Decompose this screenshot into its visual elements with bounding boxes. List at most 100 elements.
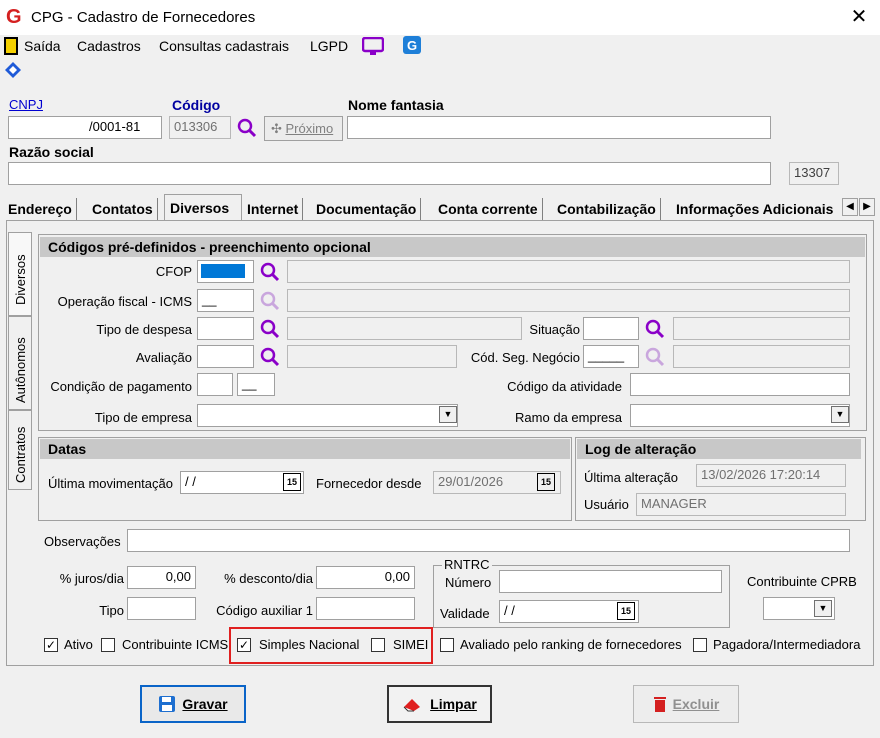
- search-codigo-icon[interactable]: [236, 117, 258, 139]
- tab-conta-corrente[interactable]: Conta corrente: [434, 198, 543, 222]
- simples-nacional-label: Simples Nacional: [259, 637, 360, 652]
- razao-code-field: 13307: [789, 162, 839, 185]
- search-operacao-icon[interactable]: [259, 290, 281, 312]
- monitor-icon[interactable]: [362, 37, 384, 57]
- tab-endereco[interactable]: Endereço: [4, 198, 77, 222]
- tab-diversos[interactable]: Diversos: [164, 194, 242, 222]
- tipo-empresa-dropdown-icon[interactable]: ▼: [439, 406, 457, 423]
- g-logo-icon[interactable]: G: [403, 36, 421, 54]
- cod-seg-negocio-field[interactable]: _____: [583, 345, 639, 368]
- plus-icon: ✣: [271, 121, 286, 136]
- tab-documentacao[interactable]: Documentação: [312, 198, 422, 222]
- ativo-label: Ativo: [64, 637, 93, 652]
- svg-text:G: G: [407, 38, 417, 53]
- observacoes-label: Observações: [44, 534, 121, 549]
- condicao-pagamento-field-2[interactable]: __: [237, 373, 275, 396]
- menu-cadastros[interactable]: Cadastros: [77, 38, 141, 54]
- situacao-description: [673, 317, 850, 340]
- cfop-field[interactable]: [197, 260, 254, 283]
- app-logo-icon: G: [6, 6, 22, 28]
- tipo-despesa-field[interactable]: [197, 317, 254, 340]
- pagadora-label: Pagadora/Intermediadora: [713, 637, 861, 652]
- cfop-selection: [201, 264, 245, 278]
- codigo-field: 013306: [169, 116, 231, 139]
- operacao-fiscal-label: Operação fiscal - ICMS: [57, 294, 192, 309]
- save-icon: [159, 696, 176, 712]
- side-tab-contratos[interactable]: Contratos: [8, 410, 32, 490]
- operacao-description: [287, 289, 850, 312]
- menu-saida[interactable]: Saída: [24, 38, 61, 54]
- tipo-empresa-label: Tipo de empresa: [94, 410, 192, 425]
- razao-social-field[interactable]: [8, 162, 771, 185]
- juros-field[interactable]: 0,00: [127, 566, 196, 589]
- search-situacao-icon[interactable]: [644, 318, 666, 340]
- pagadora-checkbox[interactable]: [693, 638, 707, 652]
- ramo-empresa-select[interactable]: [630, 404, 850, 427]
- codigo-atividade-field[interactable]: [630, 373, 850, 396]
- tipo-despesa-label: Tipo de despesa: [96, 322, 192, 337]
- situacao-field[interactable]: [583, 317, 639, 340]
- tipo-empresa-select[interactable]: [197, 404, 458, 427]
- desconto-field[interactable]: 0,00: [316, 566, 415, 589]
- codigos-header: Códigos pré-definidos - preenchimento op…: [40, 237, 865, 257]
- condicao-pagamento-field[interactable]: [197, 373, 233, 396]
- cprb-dropdown-icon[interactable]: ▼: [814, 600, 832, 617]
- menu-lgpd[interactable]: LGPD: [310, 38, 348, 54]
- proximo-button[interactable]: ✣ Próximo: [264, 116, 343, 141]
- ultima-movimentacao-label: Última movimentação: [48, 476, 173, 491]
- exit-door-icon: [4, 37, 18, 55]
- diamond-icon[interactable]: [4, 61, 22, 79]
- ramo-empresa-label: Ramo da empresa: [515, 410, 622, 425]
- tab-contabilizacao[interactable]: Contabilização: [553, 198, 661, 222]
- calendar-validade-icon[interactable]: 15: [617, 602, 635, 620]
- simples-nacional-checkbox[interactable]: ✓: [237, 638, 251, 652]
- side-tab-diversos[interactable]: Diversos: [8, 232, 32, 316]
- simei-label: SIMEI: [393, 637, 429, 652]
- juros-label: % juros/dia: [59, 571, 124, 586]
- contribuinte-icms-checkbox[interactable]: [101, 638, 115, 652]
- tipo-label: Tipo: [99, 603, 124, 618]
- window-title: CPG - Cadastro de Fornecedores: [31, 9, 256, 26]
- codigo-auxiliar-field[interactable]: [316, 597, 415, 620]
- search-cfop-icon[interactable]: [259, 261, 281, 283]
- simei-checkbox[interactable]: [371, 638, 385, 652]
- avaliado-ranking-checkbox[interactable]: [440, 638, 454, 652]
- numero-label: Número: [445, 575, 492, 590]
- close-icon[interactable]: ✕: [848, 6, 870, 28]
- avaliacao-field[interactable]: [197, 345, 254, 368]
- search-cod-seg-icon[interactable]: [644, 346, 666, 368]
- search-tipo-despesa-icon[interactable]: [259, 318, 281, 340]
- cnpj-field[interactable]: /0001-81: [8, 116, 162, 139]
- avaliacao-label: Avaliação: [135, 350, 192, 365]
- cnpj-link[interactable]: CNPJ: [9, 97, 43, 112]
- avaliado-ranking-label: Avaliado pelo ranking de fornecedores: [460, 637, 682, 652]
- tab-informacoes-adicionais[interactable]: Informações Adicionais: [672, 198, 842, 222]
- search-avaliacao-icon[interactable]: [259, 346, 281, 368]
- gravar-button[interactable]: Gravar: [140, 685, 246, 723]
- side-tab-autonomos[interactable]: Autônomos: [8, 316, 32, 410]
- menu-consultas-cadastrais[interactable]: Consultas cadastrais: [159, 38, 289, 54]
- ramo-empresa-dropdown-icon[interactable]: ▼: [831, 406, 849, 423]
- cfop-label: CFOP: [155, 264, 192, 279]
- tipo-field[interactable]: [127, 597, 196, 620]
- numero-field[interactable]: [499, 570, 722, 593]
- limpar-button[interactable]: Limpar: [387, 685, 492, 723]
- cod-seg-negocio-label: Cód. Seg. Negócio: [470, 350, 580, 365]
- tab-scroll-left-icon[interactable]: ◀: [842, 198, 858, 216]
- excluir-button[interactable]: Excluir: [633, 685, 739, 723]
- nome-fantasia-field[interactable]: [347, 116, 771, 139]
- cod-seg-description: [673, 345, 850, 368]
- calendar-fornecedor-desde-icon[interactable]: 15: [537, 473, 555, 491]
- tab-contatos[interactable]: Contatos: [88, 198, 158, 222]
- trash-icon: [653, 697, 666, 712]
- observacoes-field[interactable]: [127, 529, 850, 552]
- contribuinte-cprb-label: Contribuinte CPRB: [747, 574, 857, 589]
- razao-social-label: Razão social: [9, 144, 94, 160]
- ativo-checkbox[interactable]: ✓: [44, 638, 58, 652]
- tab-scroll-right-icon[interactable]: ▶: [859, 198, 875, 216]
- tipo-despesa-description: [287, 317, 522, 340]
- operacao-fiscal-field[interactable]: __: [197, 289, 254, 312]
- calendar-ultima-mov-icon[interactable]: 15: [283, 473, 301, 491]
- ultima-alteracao-field: 13/02/2026 17:20:14: [696, 464, 846, 487]
- tab-internet[interactable]: Internet: [243, 198, 304, 222]
